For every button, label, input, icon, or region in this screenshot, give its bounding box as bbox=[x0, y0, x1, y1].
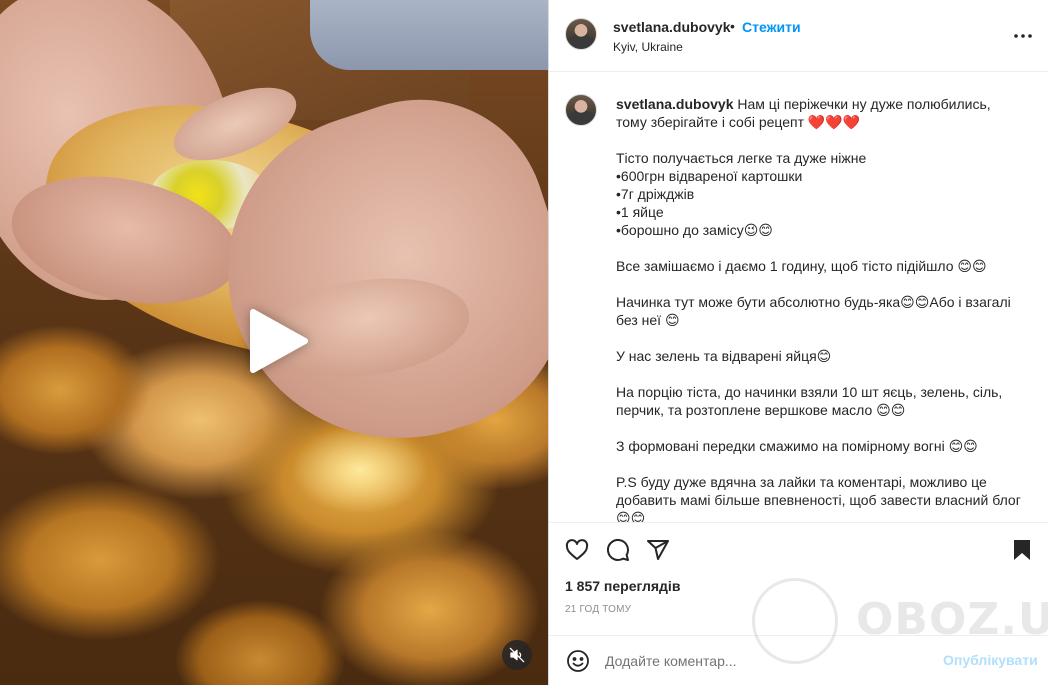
bookmark-icon[interactable] bbox=[1008, 536, 1036, 564]
muted-speaker-icon[interactable] bbox=[502, 640, 532, 670]
comment-input[interactable] bbox=[605, 649, 925, 673]
emoji-icon[interactable] bbox=[565, 648, 591, 674]
heart-icon[interactable] bbox=[563, 536, 591, 564]
separator-dot: • bbox=[730, 18, 735, 34]
post-caption: svetlana.dubovyk Нам ці періжечки ну дуж… bbox=[549, 72, 1048, 523]
post-side-panel: svetlana.dubovyk • Стежити Kyiv, Ukraine… bbox=[548, 0, 1048, 685]
share-icon[interactable] bbox=[644, 536, 672, 564]
follow-button[interactable]: Стежити bbox=[742, 19, 801, 35]
post-video[interactable] bbox=[0, 0, 548, 685]
caption-text: Нам ці періжечки ну дуже полюбились, том… bbox=[616, 96, 1021, 523]
author-username[interactable]: svetlana.dubovyk bbox=[613, 19, 731, 35]
more-horizontal-icon[interactable] bbox=[1011, 24, 1035, 48]
avatar[interactable] bbox=[565, 94, 597, 126]
post-comment-button[interactable]: Опублікувати bbox=[943, 652, 1038, 668]
post-timestamp[interactable]: 21 ГОД ТОМУ bbox=[565, 604, 631, 615]
avatar[interactable] bbox=[565, 18, 597, 50]
action-bar bbox=[549, 530, 1048, 570]
video-background-cloth bbox=[310, 0, 548, 70]
caption-username[interactable]: svetlana.dubovyk bbox=[616, 96, 734, 112]
post-header: svetlana.dubovyk • Стежити Kyiv, Ukraine bbox=[549, 0, 1048, 72]
view-count[interactable]: 1 857 переглядів bbox=[565, 578, 680, 594]
caption-body: svetlana.dubovyk Нам ці періжечки ну дуж… bbox=[616, 95, 1021, 523]
comment-icon[interactable] bbox=[604, 536, 632, 564]
location-link[interactable]: Kyiv, Ukraine bbox=[613, 40, 683, 54]
play-icon[interactable] bbox=[246, 308, 310, 374]
comment-bar: Опублікувати bbox=[549, 635, 1048, 685]
